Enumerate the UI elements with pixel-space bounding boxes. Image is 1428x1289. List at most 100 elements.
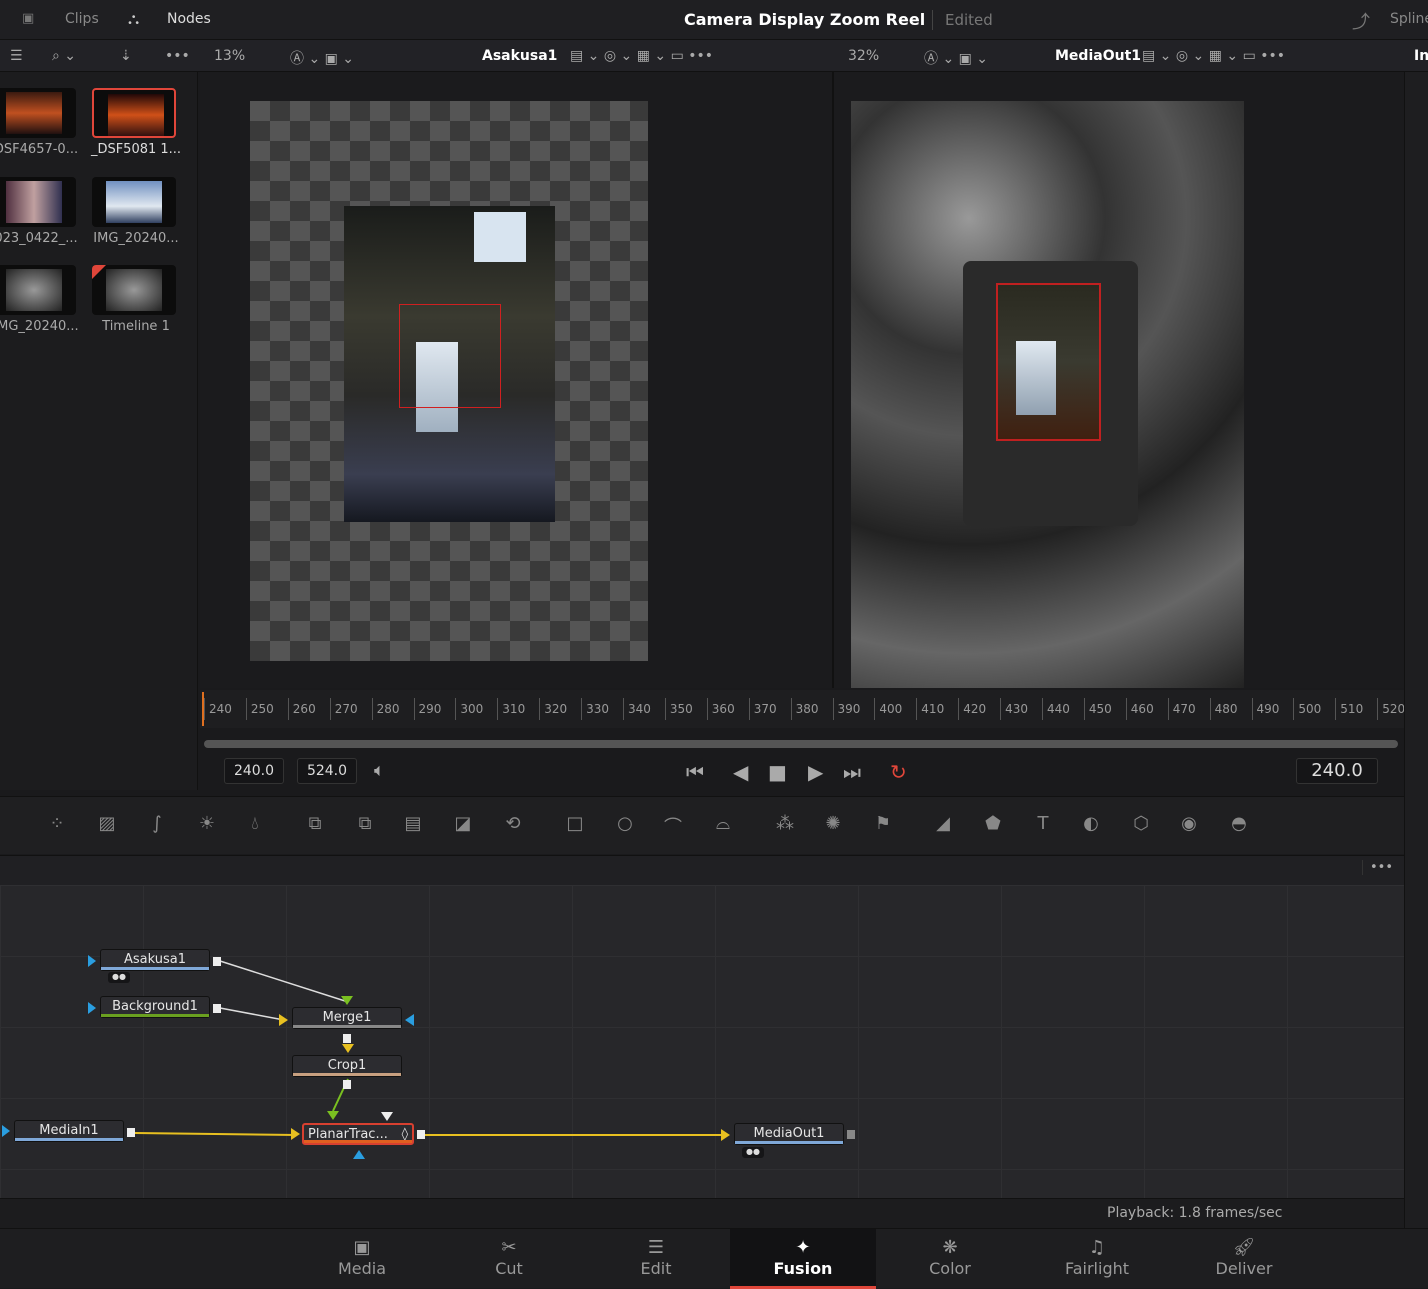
right-viewer-tools-icon[interactable]: ▤ ⌄ ◎ ⌄ ▦ ⌄ ▭ •••	[1142, 48, 1285, 64]
nodes-button[interactable]: Nodes	[167, 11, 211, 27]
link-asakusa-merge	[219, 960, 346, 1002]
page-tab-deliver[interactable]: 🚀︎ Deliver	[1171, 1229, 1317, 1289]
clip-thumb[interactable]	[92, 177, 176, 227]
clip-thumb-selected[interactable]	[92, 88, 176, 138]
output-port[interactable]	[343, 1080, 351, 1089]
curves-icon[interactable]: ▨	[94, 813, 120, 837]
shape-3d-icon[interactable]: ⬟	[980, 813, 1006, 837]
zoom-right-select[interactable]: 32%	[848, 48, 879, 64]
particle-force-icon[interactable]: ⚑	[870, 813, 896, 837]
node-options-icon[interactable]: •••	[1362, 860, 1400, 875]
page-tab-color[interactable]: ❋ Color	[877, 1229, 1023, 1289]
go-to-start-icon[interactable]: ⏮︎	[686, 760, 704, 784]
play-icon[interactable]: ▶	[808, 760, 823, 784]
particle-render-icon[interactable]: ✺	[820, 813, 846, 837]
output-port[interactable]	[213, 1004, 221, 1013]
output-port[interactable]	[417, 1130, 425, 1139]
zoom-left-select[interactable]: 13%	[214, 48, 245, 64]
spline-button[interactable]: Spline	[1390, 11, 1428, 27]
inspector-collapsed[interactable]	[1404, 72, 1428, 1228]
node-planartracker1[interactable]: PlanarTrac... ◊	[302, 1123, 414, 1145]
text-3d-icon[interactable]: T	[1030, 813, 1056, 837]
loop-icon[interactable]: ↻	[890, 760, 907, 784]
clip-thumb[interactable]	[0, 88, 76, 138]
output-port[interactable]	[127, 1128, 135, 1137]
playhead[interactable]	[202, 692, 204, 726]
viewer-options-icon[interactable]: Ⓐ ⌄ ▣ ⌄	[290, 48, 354, 68]
node-asakusa1[interactable]: Asakusa1	[100, 949, 210, 971]
node-mediain1[interactable]: MediaIn1	[14, 1120, 124, 1142]
bspline-mask-icon[interactable]: ⌓	[710, 813, 736, 837]
clip-label: 023_0422_...	[0, 231, 78, 246]
spline-icon[interactable]: ⤴	[1352, 8, 1370, 34]
renderer-3d-icon[interactable]: ◓	[1226, 813, 1252, 837]
ruler-tick: 240	[204, 698, 232, 720]
timeline-ruler[interactable]: 240 250 260 270 280 290 300 310 320 330 340 350 360 3…	[200, 690, 1405, 728]
particles-icon[interactable]: ⁘	[44, 813, 70, 837]
output-port[interactable]	[213, 957, 221, 966]
ellipse-mask-icon[interactable]: ○	[612, 813, 638, 837]
page-navigation: ▣ Media ✂ Cut ☰ Edit ✦ Fusion ❋ Color ♫ Fairlight 🚀︎…	[0, 1228, 1428, 1289]
node-mediaout1[interactable]: MediaOut1	[734, 1123, 844, 1145]
right-viewer-name[interactable]: MediaOut1	[1055, 48, 1141, 64]
sort-icon[interactable]: ⇣	[120, 48, 132, 64]
out-point-field[interactable]: 524.0	[297, 758, 357, 784]
saver-icon[interactable]: ⧉	[352, 813, 378, 837]
clips-icon[interactable]: ▣	[22, 11, 34, 26]
output-port[interactable]	[847, 1130, 855, 1139]
viewer-options-right-icon[interactable]: Ⓐ ⌄ ▣ ⌄	[924, 48, 988, 68]
page-tab-cut[interactable]: ✂ Cut	[436, 1229, 582, 1289]
view-indicator[interactable]: ●●	[108, 972, 130, 983]
scrub-bar[interactable]	[204, 740, 1398, 748]
go-to-end-icon[interactable]: ⏭︎	[843, 760, 861, 784]
brightness-icon[interactable]: ☀	[194, 813, 220, 837]
transform-icon[interactable]: ⟲	[500, 813, 526, 837]
node-merge1[interactable]: Merge1	[292, 1007, 402, 1029]
ruler-tick: 390	[832, 698, 860, 720]
loader-icon[interactable]: ⧉	[302, 813, 328, 837]
page-tab-fairlight[interactable]: ♫ Fairlight	[1024, 1229, 1170, 1289]
node-background1[interactable]: Background1	[100, 996, 210, 1018]
in-point-field[interactable]: 240.0	[224, 758, 284, 784]
page-tab-media[interactable]: ▣ Media	[289, 1229, 435, 1289]
camera-screen	[996, 283, 1101, 441]
ruler-tick: 250	[245, 698, 274, 720]
output-port[interactable]	[343, 1034, 351, 1043]
mask-icon[interactable]: ◪	[450, 813, 476, 837]
clips-button[interactable]: Clips	[65, 11, 99, 27]
clip-thumb[interactable]	[0, 265, 76, 315]
node-crop1[interactable]: Crop1	[292, 1055, 402, 1077]
left-viewer-tools-icon[interactable]: ▤ ⌄ ◎ ⌄ ▦ ⌄ ▭ •••	[570, 48, 713, 64]
inspector-button[interactable]: In	[1414, 48, 1428, 64]
nodes-icon[interactable]: ⛬	[128, 9, 139, 29]
stop-icon[interactable]: ■	[768, 760, 787, 784]
view-indicator[interactable]: ●●	[742, 1147, 764, 1158]
page-tab-edit[interactable]: ☰ Edit	[583, 1229, 729, 1289]
clip-thumb[interactable]	[0, 177, 76, 227]
polygon-mask-icon[interactable]: ⌒	[660, 813, 686, 838]
image-plane-3d-icon[interactable]: ◢	[930, 813, 956, 837]
camera-3d-icon[interactable]: ⬡	[1128, 813, 1154, 837]
merge-3d-icon[interactable]: ◐	[1078, 813, 1104, 837]
color-curves-icon[interactable]: ∫	[144, 813, 170, 837]
blur-icon[interactable]: 💧︎	[242, 813, 268, 837]
current-frame-field[interactable]: 240.0	[1296, 758, 1378, 784]
left-viewer[interactable]	[200, 72, 832, 688]
emitter-icon[interactable]: ⁂	[772, 813, 798, 837]
play-reverse-icon[interactable]: ◀	[733, 760, 748, 784]
more-icon[interactable]: •••	[165, 48, 190, 64]
timeline-thumb[interactable]	[92, 265, 176, 315]
page-tab-fusion[interactable]: ✦ Fusion	[730, 1229, 876, 1289]
merge-tool-icon[interactable]: ▤	[400, 813, 426, 837]
right-viewer[interactable]	[834, 72, 1404, 688]
ruler-tick: 500	[1293, 698, 1321, 720]
list-view-icon[interactable]: ☰	[10, 48, 23, 64]
node-editor[interactable]: Asakusa1 ●● Background1 Merge1 Crop1 Med…	[0, 885, 1404, 1198]
light-3d-icon[interactable]: ◉	[1176, 813, 1202, 837]
tracker-box[interactable]	[399, 304, 501, 408]
mediaout-image	[851, 101, 1244, 688]
volume-icon[interactable]: 🔈︎	[374, 760, 385, 781]
left-viewer-name[interactable]: Asakusa1	[482, 48, 557, 64]
rectangle-mask-icon[interactable]: □	[562, 813, 588, 837]
search-icon[interactable]: ⌕ ⌄	[52, 48, 76, 64]
